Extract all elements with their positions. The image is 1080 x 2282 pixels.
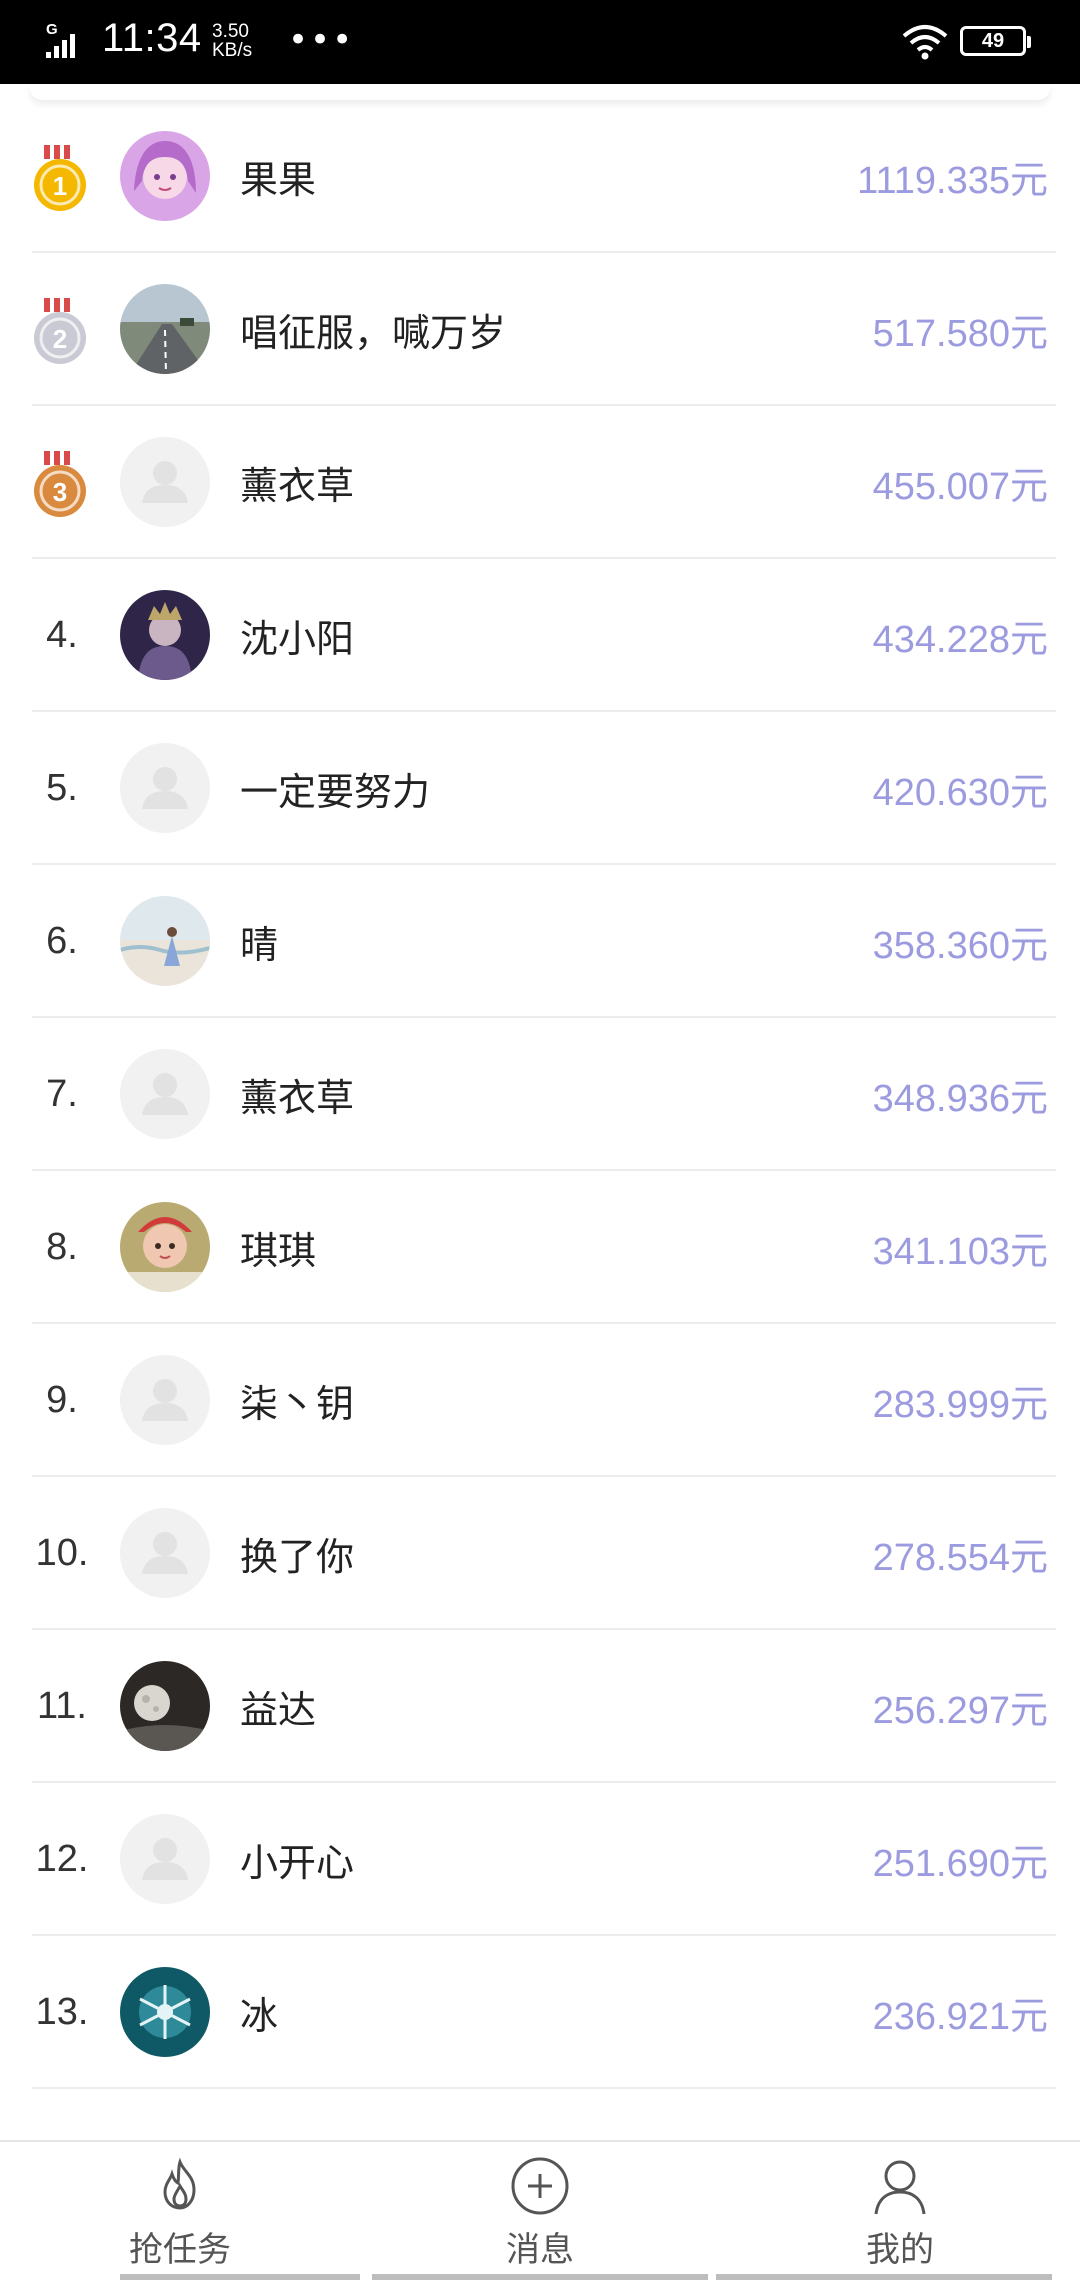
list-item[interactable]: 2 唱征服，喊万岁 517.580元 [32, 253, 1056, 406]
nav-messages-label: 消息 [506, 2230, 574, 2270]
user-name: 琪琪 [240, 1229, 317, 1273]
nav-tasks-label: 抢任务 [129, 2230, 231, 2270]
avatar[interactable] [120, 1049, 210, 1139]
avatar[interactable] [120, 1508, 210, 1598]
avatar[interactable] [120, 1814, 210, 1904]
top-card-edge [30, 84, 1050, 100]
earnings-amount: 256.297元 [872, 1690, 1048, 1732]
earnings-amount: 358.360元 [872, 925, 1048, 967]
list-item[interactable]: 8. 琪琪 341.103元 [32, 1171, 1056, 1324]
earnings-amount: 434.228元 [872, 619, 1048, 661]
user-name: 换了你 [240, 1535, 355, 1579]
nav-indicator-1 [120, 2274, 360, 2280]
earnings-amount: 455.007元 [872, 466, 1048, 508]
rank-number: 10. [35, 1532, 89, 1574]
nav-tasks[interactable]: 抢任务 [80, 2142, 280, 2282]
medal-icon: 1 [32, 145, 88, 215]
avatar[interactable] [120, 1661, 210, 1751]
user-name: 益达 [240, 1688, 317, 1732]
avatar[interactable] [120, 1202, 210, 1292]
earnings-amount: 517.580元 [872, 313, 1048, 355]
battery-indicator: 49 [960, 26, 1031, 56]
nav-mine[interactable]: 我的 [800, 2142, 1000, 2282]
list-item[interactable]: 12. 小开心 251.690元 [32, 1783, 1056, 1936]
ranking-list: 1 果果 1119.335元 2 唱征服，喊万岁 517.580元 3 薰衣草 455.007元… [0, 100, 1080, 2089]
user-icon [874, 2160, 926, 2215]
avatar[interactable] [120, 1355, 210, 1445]
nav-mine-label: 我的 [866, 2230, 934, 2270]
earnings-amount: 1119.335元 [857, 160, 1048, 202]
user-name: 冰 [240, 1994, 279, 2038]
list-item[interactable]: 5. 一定要努力 420.630元 [32, 712, 1056, 865]
plus-circle-icon [511, 2157, 569, 2215]
avatar[interactable] [120, 1967, 210, 2057]
status-time: 11:34 [102, 16, 202, 60]
nav-indicator-3 [716, 2274, 1052, 2280]
avatar[interactable] [120, 437, 210, 527]
nav-messages[interactable]: 消息 [440, 2142, 640, 2282]
nav-indicator-2 [372, 2274, 708, 2280]
list-item[interactable]: 7. 薰衣草 348.936元 [32, 1018, 1056, 1171]
rank-number: 9. [46, 1379, 78, 1421]
list-item[interactable]: 3 薰衣草 455.007元 [32, 406, 1056, 559]
status-bar: G 11:34 3.50 KB/s ••• 49 [0, 0, 1080, 84]
network-speed: 3.50 KB/s [212, 22, 252, 60]
speed-value: 3.50 [212, 21, 249, 42]
svg-text:G: G [46, 21, 58, 38]
rank-number: 12. [35, 1838, 89, 1880]
avatar[interactable] [120, 590, 210, 680]
speed-unit: KB/s [212, 40, 253, 61]
rank-number: 11. [36, 1685, 87, 1727]
rank-number: 6. [46, 920, 78, 962]
user-name: 柒丶钥 [240, 1382, 355, 1426]
user-name: 沈小阳 [240, 617, 355, 661]
list-item[interactable]: 4. 沈小阳 434.228元 [32, 559, 1056, 712]
rank-number: 8. [46, 1226, 78, 1268]
svg-text:2: 2 [53, 324, 67, 354]
user-name: 小开心 [240, 1841, 355, 1885]
svg-text:3: 3 [53, 477, 67, 507]
list-item[interactable]: 1 果果 1119.335元 [32, 100, 1056, 253]
earnings-amount: 283.999元 [872, 1384, 1048, 1426]
signal-icon: G [46, 21, 75, 58]
avatar[interactable] [120, 131, 210, 221]
medal-icon: 3 [32, 451, 88, 521]
medal-icon: 2 [32, 298, 88, 368]
more-notifications-icon: ••• [288, 20, 355, 60]
earnings-amount: 278.554元 [872, 1537, 1048, 1579]
bottom-nav: 抢任务 消息 我的 [0, 2140, 1080, 2280]
earnings-amount: 236.921元 [872, 1996, 1048, 2038]
avatar[interactable] [120, 284, 210, 374]
rank-number: 7. [46, 1073, 78, 1115]
user-name: 唱征服，喊万岁 [240, 311, 507, 355]
rank-number: 5. [46, 767, 78, 809]
user-name: 薰衣草 [240, 464, 355, 508]
user-name: 果果 [240, 158, 317, 202]
list-item[interactable]: 10. 换了你 278.554元 [32, 1477, 1056, 1630]
earnings-amount: 420.630元 [872, 772, 1048, 814]
user-name: 薰衣草 [240, 1076, 355, 1120]
list-item[interactable]: 6. 晴 358.360元 [32, 865, 1056, 1018]
earnings-amount: 348.936元 [872, 1078, 1048, 1120]
rank-number: 13. [35, 1991, 89, 2033]
list-item[interactable]: 9. 柒丶钥 283.999元 [32, 1324, 1056, 1477]
wifi-icon [902, 25, 948, 60]
list-item[interactable]: 11. 益达 256.297元 [32, 1630, 1056, 1783]
rank-number: 4. [46, 614, 78, 656]
svg-text:1: 1 [53, 171, 67, 201]
flame-icon [163, 2157, 196, 2210]
earnings-amount: 251.690元 [872, 1843, 1048, 1885]
avatar[interactable] [120, 743, 210, 833]
avatar[interactable] [120, 896, 210, 986]
user-name: 一定要努力 [240, 770, 431, 814]
earnings-amount: 341.103元 [872, 1231, 1048, 1273]
list-item[interactable]: 13. 冰 236.921元 [32, 1936, 1056, 2089]
user-name: 晴 [240, 923, 279, 967]
